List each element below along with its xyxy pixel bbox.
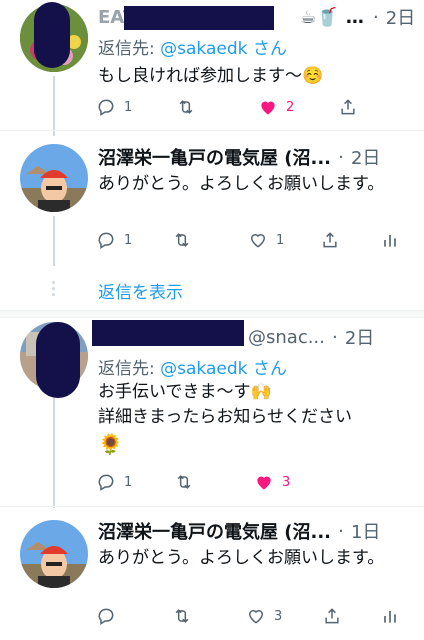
share-icon <box>325 608 339 624</box>
retweet-icon <box>175 233 189 247</box>
redacted-username <box>92 320 244 346</box>
avatar[interactable] <box>20 144 88 212</box>
tweet-header: @snac... · 2日 <box>248 324 416 350</box>
thread-line <box>53 216 55 266</box>
analytics-button[interactable] <box>380 604 400 628</box>
reply-count: 1 <box>124 232 133 248</box>
separator-dot: · <box>331 326 338 348</box>
tweet-text: もし良ければ参加します〜☺️ <box>98 66 324 86</box>
like-count: 2 <box>286 99 295 115</box>
handle[interactable]: @snac... <box>248 327 325 348</box>
redacted-avatar-overlay <box>34 2 70 68</box>
separator-dot: · <box>338 520 344 542</box>
like-button[interactable]: 1 <box>248 228 284 252</box>
tweet-text-line: 🌻 <box>98 432 123 456</box>
retweet-icon <box>179 100 193 114</box>
like-button[interactable]: 3 <box>254 470 290 494</box>
tweet-actions: 1 3 <box>96 470 424 494</box>
thread-ellipsis <box>52 281 56 299</box>
separator-dot: · <box>372 6 379 28</box>
reply-count: 1 <box>124 474 133 490</box>
reply-to: 返信先: @sakaedk さん <box>98 34 287 59</box>
tweet-2[interactable]: 沼澤栄一亀戸の電気屋 (沼... · 2日 ありがとう。よろしくお願いします。 … <box>0 130 424 266</box>
tweet-actions: 3 <box>96 604 424 628</box>
display-name[interactable]: 沼澤栄一亀戸の電気屋 (沼... <box>98 144 331 170</box>
tweet-text: ありがとう。よろしくお願いします。 <box>98 548 385 568</box>
reply-to-label: 返信先: <box>98 39 161 59</box>
like-count: 3 <box>282 474 291 490</box>
divider <box>0 506 424 507</box>
reply-button[interactable]: 1 <box>96 228 132 252</box>
reply-icon <box>98 608 114 625</box>
reply-count: 1 <box>124 99 133 115</box>
share-button[interactable] <box>320 228 340 252</box>
analytics-icon <box>384 611 396 623</box>
like-icon <box>248 610 264 624</box>
redacted-username <box>124 6 274 30</box>
separator-dot: · <box>338 146 344 168</box>
dots: … <box>345 6 364 28</box>
retweet-button[interactable] <box>174 470 194 494</box>
like-icon <box>261 101 275 115</box>
analytics-icon <box>384 235 396 247</box>
retweet-button[interactable] <box>172 228 192 252</box>
reply-icon <box>98 232 114 249</box>
analytics-button[interactable] <box>380 228 400 252</box>
retweet-button[interactable] <box>172 604 192 628</box>
retweet-button[interactable] <box>176 95 196 119</box>
avatar[interactable] <box>20 520 88 588</box>
reply-to-mention[interactable]: @sakaedk さん <box>160 359 287 379</box>
tweet-3[interactable]: @snac... · 2日 返信先: @sakaedk さん お手伝いできま〜す… <box>0 318 424 508</box>
timestamp[interactable]: 2日 <box>351 144 380 170</box>
reply-button[interactable]: 1 <box>96 470 132 494</box>
timestamp[interactable]: 2日 <box>345 324 374 350</box>
tweet-header: 沼澤栄一亀戸の電気屋 (沼... · 1日 <box>98 518 416 544</box>
tweet-actions: 1 2 <box>96 95 424 119</box>
divider <box>0 130 424 131</box>
reply-button[interactable]: 1 <box>96 95 132 119</box>
reply-icon <box>98 99 114 116</box>
share-icon <box>323 232 337 248</box>
thread-line <box>53 398 55 508</box>
handle-emoji: ☕🥤 <box>300 6 339 28</box>
tweet-text: お手伝いできま〜す🙌 詳細きまったらお知らせください 🌻 <box>98 380 410 458</box>
tweet-header: 沼澤栄一亀戸の電気屋 (沼... · 2日 <box>98 144 416 170</box>
reply-to-mention[interactable]: @sakaedk さん <box>160 39 287 59</box>
like-icon <box>257 476 271 490</box>
redacted-avatar-overlay <box>36 322 80 398</box>
section-divider <box>0 310 424 318</box>
like-button[interactable]: 2 <box>258 95 294 119</box>
share-button[interactable] <box>338 95 358 119</box>
share-button[interactable] <box>322 604 342 628</box>
timestamp[interactable]: 2日 <box>386 4 415 30</box>
tweet-1[interactable]: EAT ☕🥤 … · 2日 返信先: @sakaedk さん もし良ければ参加し… <box>0 0 424 136</box>
retweet-icon <box>175 609 189 623</box>
tweet-text-line: お手伝いできま〜す🙌 <box>98 382 272 402</box>
reply-button[interactable] <box>96 604 124 628</box>
thread-line <box>53 76 55 136</box>
reply-to-label: 返信先: <box>98 359 161 379</box>
like-count: 3 <box>274 608 283 624</box>
retweet-icon <box>177 475 191 489</box>
like-icon <box>250 234 266 248</box>
display-name[interactable]: 沼澤栄一亀戸の電気屋 (沼... <box>98 518 331 544</box>
share-icon <box>341 99 355 115</box>
tweet-text-line: 詳細きまったらお知らせください <box>98 407 352 427</box>
tweet-actions: 1 1 <box>96 228 424 252</box>
tweet-4[interactable]: 沼澤栄一亀戸の電気屋 (沼... · 1日 ありがとう。よろしくお願いします。 … <box>0 506 424 640</box>
reply-to: 返信先: @sakaedk さん <box>98 354 287 379</box>
timestamp[interactable]: 1日 <box>351 518 380 544</box>
show-replies-link[interactable]: 返信を表示 <box>98 278 183 303</box>
tweet-text: ありがとう。よろしくお願いします。 <box>98 174 385 194</box>
like-button[interactable]: 3 <box>246 604 282 628</box>
reply-icon <box>98 474 114 491</box>
like-count: 1 <box>276 232 285 248</box>
